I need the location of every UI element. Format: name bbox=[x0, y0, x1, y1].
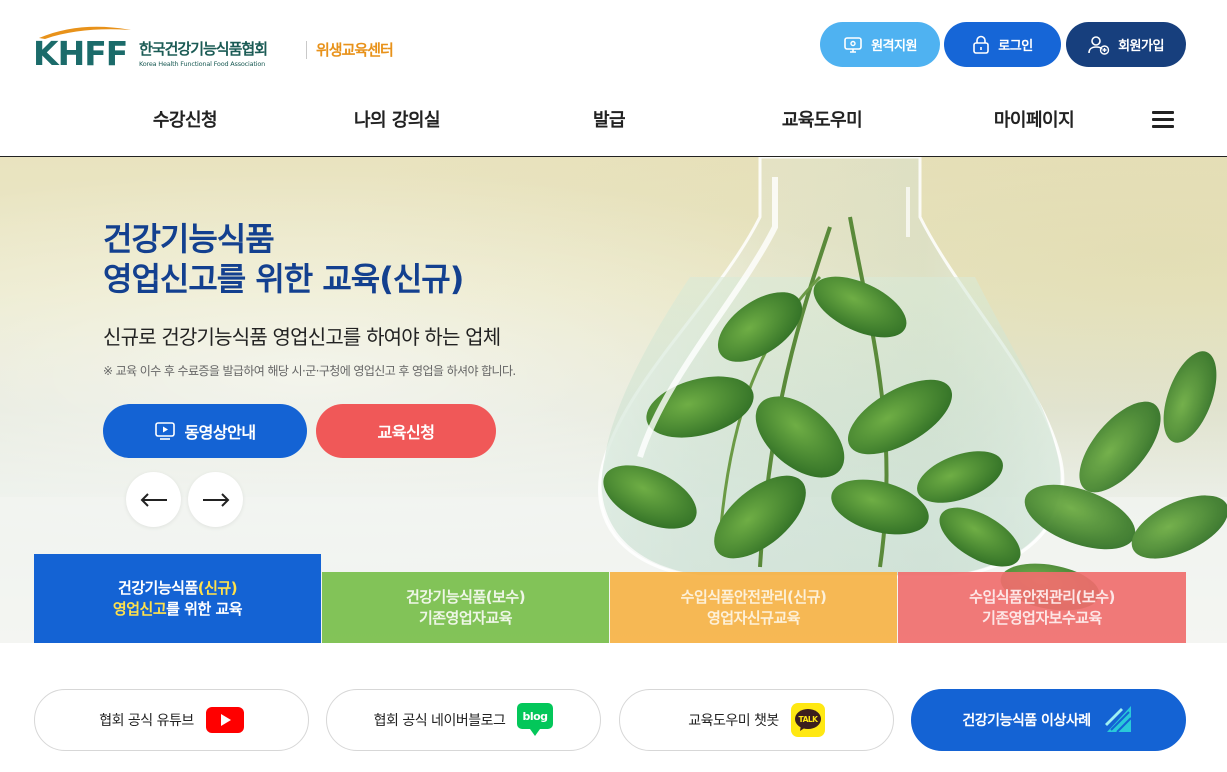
adverse-cases-link[interactable]: 건강기능식품 이상사례 bbox=[911, 689, 1186, 751]
hero-title-line2: 영업신고를 위한 교육(신규) bbox=[103, 260, 464, 298]
apply-course-button[interactable]: 교육신청 bbox=[316, 404, 496, 458]
login-button[interactable]: 로그인 bbox=[944, 22, 1061, 67]
org-name-en: Korea Health Functional Food Association bbox=[139, 60, 266, 68]
remote-support-button[interactable]: 원격지원 bbox=[820, 22, 940, 67]
logo-divider bbox=[306, 41, 307, 59]
org-name-ko: 한국건강기능식품협회 bbox=[139, 40, 268, 58]
site-logo[interactable]: KHFF 한국건강기능식품협회 Korea Health Functional … bbox=[33, 24, 423, 73]
course-tab-title: 수입식품안전관리(보수) bbox=[969, 587, 1115, 606]
course-tab-subtitle: 기존영업자보수교육 bbox=[982, 608, 1102, 627]
remote-support-icon bbox=[844, 36, 862, 53]
hero-title-line1: 건강기능식품 bbox=[103, 220, 275, 258]
course-tab-import-refresher[interactable]: 수입식품안전관리(보수) 기존영업자보수교육 bbox=[898, 572, 1186, 643]
hamburger-menu-icon[interactable] bbox=[1152, 111, 1174, 129]
remote-support-label: 원격지원 bbox=[871, 39, 917, 54]
nav-item-issue[interactable]: 발급 bbox=[593, 106, 626, 132]
signup-label: 회원가입 bbox=[1118, 39, 1164, 54]
nav-item-help[interactable]: 교육도우미 bbox=[782, 106, 863, 132]
hero-title: 건강기능식품 영업신고를 위한 교육(신규) bbox=[103, 219, 464, 299]
video-play-icon bbox=[155, 422, 176, 440]
page: KHFF 한국건강기능식품협회 Korea Health Functional … bbox=[0, 0, 1227, 772]
arrow-left-icon bbox=[140, 492, 167, 507]
nav-item-mypage[interactable]: 마이페이지 bbox=[994, 106, 1075, 132]
video-guide-button[interactable]: 동영상안내 bbox=[103, 404, 307, 458]
report-icon bbox=[1104, 706, 1132, 733]
logo-wordmark: KHFF bbox=[33, 34, 128, 73]
course-tab-health-new[interactable]: 건강기능식품(신규) 영업신고를 위한 교육 bbox=[34, 554, 321, 643]
nav-item-my-classroom[interactable]: 나의 강의실 bbox=[354, 106, 441, 132]
user-add-icon bbox=[1088, 35, 1110, 55]
youtube-link[interactable]: 협회 공식 유튜브 bbox=[34, 689, 309, 751]
youtube-label: 협회 공식 유튜브 bbox=[99, 713, 194, 729]
slide-prev-button[interactable] bbox=[126, 472, 181, 527]
naver-blog-label: 협회 공식 네이버블로그 bbox=[373, 713, 506, 729]
arrow-right-icon bbox=[202, 492, 229, 507]
login-label: 로그인 bbox=[998, 39, 1033, 54]
kakao-talk-icon: TALK bbox=[790, 703, 825, 737]
signup-button[interactable]: 회원가입 bbox=[1066, 22, 1186, 67]
adverse-cases-label: 건강기능식품 이상사례 bbox=[962, 713, 1091, 729]
video-guide-label: 동영상안내 bbox=[184, 423, 256, 442]
course-tab-title: 건강기능식품(보수) bbox=[405, 587, 526, 606]
lock-icon bbox=[973, 35, 990, 54]
hero-subtitle: 신규로 건강기능식품 영업신고를 하여야 하는 업체 bbox=[103, 325, 501, 349]
course-tab-subtitle: 영업자신규교육 bbox=[706, 608, 801, 627]
khff-logo-mark: KHFF bbox=[33, 24, 133, 73]
svg-text:blog: blog bbox=[523, 710, 548, 723]
course-tab-health-refresher[interactable]: 건강기능식품(보수) 기존영업자교육 bbox=[322, 572, 609, 643]
youtube-icon bbox=[205, 707, 244, 733]
hero-note: ※ 교육 이수 후 수료증을 발급하여 해당 시·군·구청에 영업신고 후 영업… bbox=[103, 364, 516, 378]
chatbot-label: 교육도우미 챗봇 bbox=[688, 713, 779, 729]
svg-text:TALK: TALK bbox=[798, 715, 819, 724]
course-tab-title: 수입식품안전관리(신규) bbox=[680, 587, 827, 606]
course-tab-import-new[interactable]: 수입식품안전관리(신규) 영업자신규교육 bbox=[610, 572, 897, 643]
chatbot-link[interactable]: 교육도우미 챗봇 TALK bbox=[619, 689, 894, 751]
hero-banner: 건강기능식품 영업신고를 위한 교육(신규) 신규로 건강기능식품 영업신고를 … bbox=[0, 157, 1227, 643]
nav-item-enroll[interactable]: 수강신청 bbox=[153, 106, 218, 132]
center-name: 위생교육센터 bbox=[316, 41, 394, 59]
slide-next-button[interactable] bbox=[188, 472, 243, 527]
naver-blog-link[interactable]: 협회 공식 네이버블로그 blog bbox=[326, 689, 601, 751]
apply-course-label: 교육신청 bbox=[377, 423, 435, 442]
course-tab-subtitle: 기존영업자교육 bbox=[418, 608, 513, 627]
naver-blog-icon: blog bbox=[517, 703, 554, 736]
